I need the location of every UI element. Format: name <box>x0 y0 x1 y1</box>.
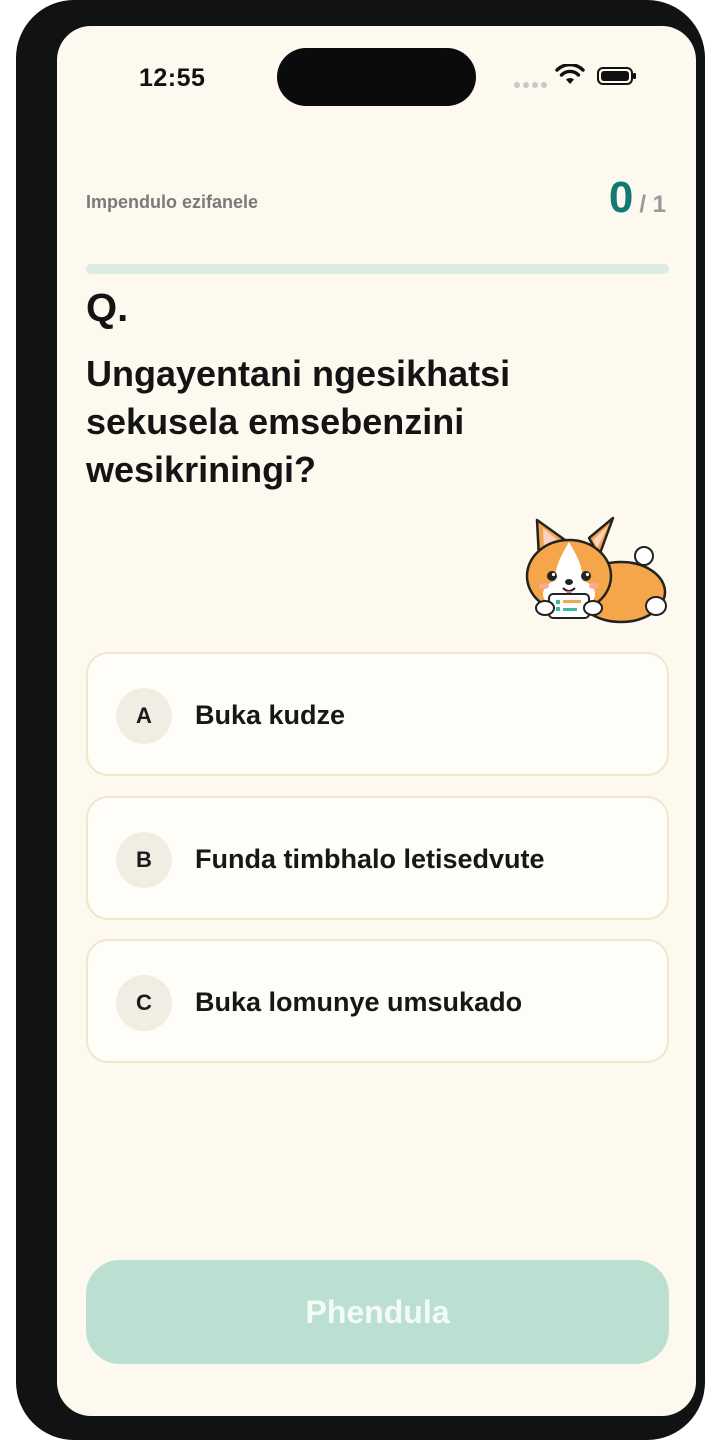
option-letter-badge: B <box>116 832 172 888</box>
cellular-signal-icon <box>514 82 548 88</box>
battery-icon <box>597 67 636 85</box>
option-letter-badge: C <box>116 975 172 1031</box>
app-screen: 12:55 Impendulo ezifanele 0 / 1 Q. Ungay… <box>57 26 696 1416</box>
question-text: Ungayentani ngesikhatsi sekusela emseben… <box>86 353 511 490</box>
option-c[interactable]: C Buka lomunye umsukado <box>86 939 669 1063</box>
question-prefix: Q. <box>86 286 129 330</box>
option-label: Buka kudze <box>195 700 346 730</box>
phone-frame: 12:55 Impendulo ezifanele 0 / 1 Q. Ungay… <box>16 0 705 1440</box>
progress-bar <box>86 264 669 274</box>
score-counter: 0 / 1 <box>609 176 666 220</box>
dynamic-island <box>277 48 476 106</box>
option-a[interactable]: A Buka kudze <box>86 652 669 776</box>
status-time: 12:55 <box>139 64 206 92</box>
option-label: Buka lomunye umsukado <box>195 987 523 1017</box>
score-value: 0 <box>608 173 634 222</box>
option-label: Funda timbhalo letisedvute <box>195 844 545 874</box>
corgi-mascot-icon <box>525 516 667 624</box>
wifi-icon <box>555 64 585 84</box>
correct-answers-label: Impendulo ezifanele <box>86 192 259 212</box>
submit-answer-button[interactable]: Phendula <box>86 1260 669 1364</box>
option-letter-badge: A <box>116 688 172 744</box>
score-total: / 1 <box>639 191 666 218</box>
option-b[interactable]: B Funda timbhalo letisedvute <box>86 796 669 920</box>
